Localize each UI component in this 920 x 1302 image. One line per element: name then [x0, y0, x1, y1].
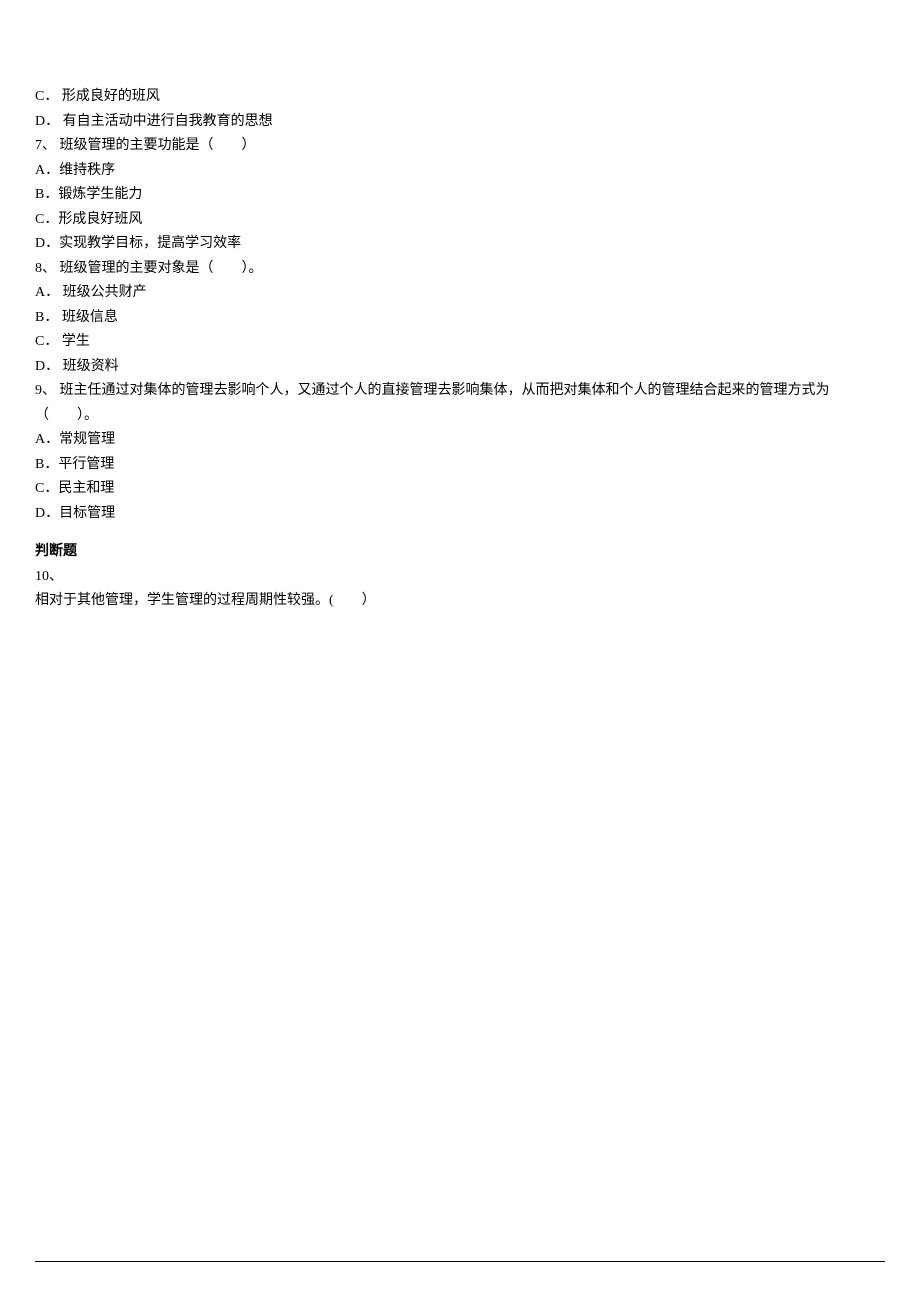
q8-option-a: A． 班级公共财产 [35, 281, 885, 306]
judge-section-title: 判断题 [35, 540, 885, 565]
q6-option-d: D． 有自主活动中进行自我教育的思想 [35, 110, 885, 135]
q7-option-c: C．形成良好班风 [35, 208, 885, 233]
q9-option-b: B．平行管理 [35, 453, 885, 478]
q7-stem: 7、 班级管理的主要功能是（ ） [35, 134, 885, 159]
q9-option-d: D．目标管理 [35, 502, 885, 527]
q9-stem: 9、 班主任通过对集体的管理去影响个人，又通过个人的直接管理去影响集体，从而把对… [35, 379, 885, 428]
q9-option-c: C．民主和理 [35, 477, 885, 502]
q9-option-a: A．常规管理 [35, 428, 885, 453]
q8-option-b: B． 班级信息 [35, 306, 885, 331]
q10-number: 10、 [35, 565, 885, 590]
q10-stem: 相对于其他管理，学生管理的过程周期性较强。( ） [35, 589, 885, 614]
q8-stem: 8、 班级管理的主要对象是（ ）。 [35, 257, 885, 282]
q7-option-a: A．维持秩序 [35, 159, 885, 184]
document-content: C． 形成良好的班风 D． 有自主活动中进行自我教育的思想 7、 班级管理的主要… [35, 85, 885, 614]
q8-option-c: C． 学生 [35, 330, 885, 355]
q7-option-b: B．锻炼学生能力 [35, 183, 885, 208]
q6-option-c: C． 形成良好的班风 [35, 85, 885, 110]
footer-divider [35, 1261, 885, 1262]
q7-option-d: D．实现教学目标，提高学习效率 [35, 232, 885, 257]
q8-option-d: D． 班级资料 [35, 355, 885, 380]
